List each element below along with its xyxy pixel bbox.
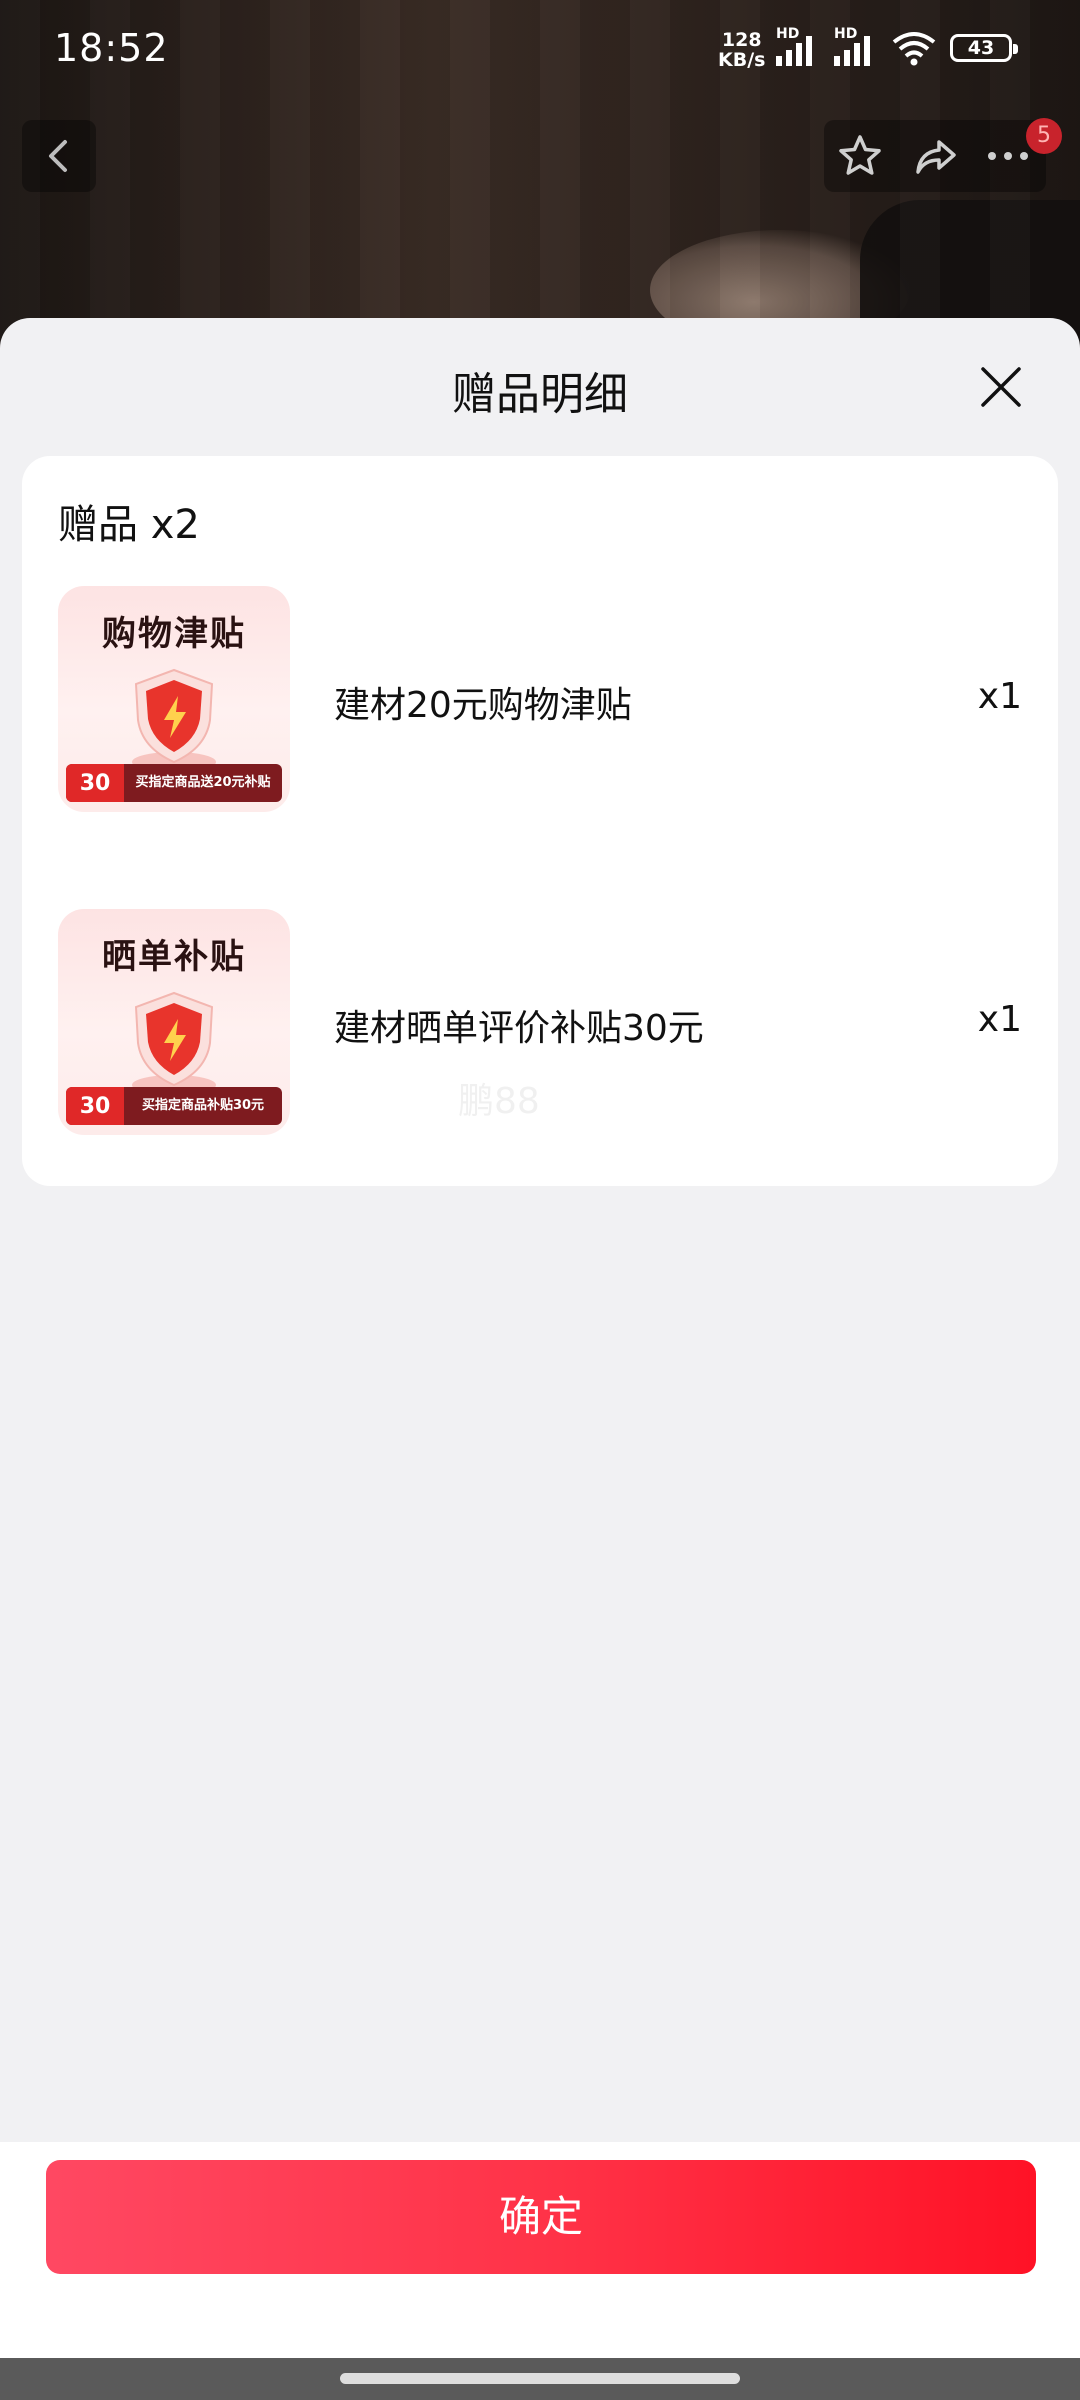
- watermark-text: 鹏88: [458, 1081, 540, 1122]
- network-speed-value: 128: [721, 29, 762, 51]
- status-bar: 18:52 128 KB/s HD HD 43: [0, 0, 1080, 100]
- gift-detail-sheet: 赠品明细 赠品 x2 购物津贴 30 买指定商品送20元补贴 建材20元购物津贴: [0, 318, 1080, 2358]
- cell-signal-icon-2: HD: [832, 26, 878, 66]
- gesture-navigation-bar: [0, 2358, 1080, 2400]
- top-action-group: [824, 120, 1046, 192]
- chevron-left-icon: [49, 140, 67, 172]
- shield-icon: [132, 668, 216, 772]
- gift-name: 建材20元购物津贴: [334, 685, 632, 726]
- gift-list-card: 赠品 x2 购物津贴 30 买指定商品送20元补贴 建材20元购物津贴 x1 晒…: [22, 456, 1058, 1186]
- gift-thumbnail: 晒单补贴 30 买指定商品补贴30元: [58, 909, 290, 1135]
- gift-item: 购物津贴 30 买指定商品送20元补贴 建材20元购物津贴 x1: [58, 586, 1022, 812]
- gift-name: 建材晒单评价补贴30元: [334, 1008, 704, 1049]
- wifi-icon: [892, 32, 936, 66]
- hd-tag-1: HD: [776, 26, 800, 42]
- thumbnail-title: 晒单补贴: [102, 937, 246, 977]
- thumbnail-banner: 30 买指定商品补贴30元: [66, 1087, 282, 1125]
- status-time: 18:52: [54, 26, 169, 70]
- back-button[interactable]: [22, 120, 96, 192]
- thumbnail-note: 买指定商品送20元补贴: [135, 775, 271, 790]
- home-gesture-handle[interactable]: [340, 2373, 740, 2384]
- gift-thumbnail: 购物津贴 30 买指定商品送20元补贴: [58, 586, 290, 812]
- confirm-button[interactable]: 确定: [46, 2160, 1036, 2274]
- close-icon[interactable]: [974, 360, 1028, 414]
- gift-quantity: x1: [977, 999, 1022, 1040]
- gift-quantity: x1: [977, 676, 1022, 717]
- thumbnail-banner: 30 买指定商品送20元补贴: [66, 764, 282, 802]
- more-icon[interactable]: [984, 132, 1032, 180]
- battery-icon: 43: [950, 34, 1018, 62]
- gift-count-label: 赠品 x2: [58, 502, 200, 548]
- network-speed-unit: KB/s: [718, 49, 766, 71]
- shield-icon: [132, 991, 216, 1095]
- thumbnail-tag: 30: [66, 764, 124, 802]
- network-speed: 128 KB/s: [718, 30, 765, 70]
- sheet-title: 赠品明细: [452, 369, 628, 420]
- share-icon[interactable]: [912, 132, 960, 180]
- thumbnail-note: 买指定商品补贴30元: [141, 1098, 265, 1113]
- thumbnail-title: 购物津贴: [102, 614, 246, 654]
- star-icon[interactable]: [836, 132, 884, 180]
- notification-badge: 5: [1026, 118, 1062, 154]
- cell-signal-icon: HD: [774, 26, 820, 66]
- thumbnail-tag: 30: [66, 1087, 124, 1125]
- gift-item: 晒单补贴 30 买指定商品补贴30元 建材晒单评价补贴30元 x1: [58, 909, 1022, 1135]
- sheet-footer: 确定: [0, 2142, 1080, 2358]
- hd-tag-2: HD: [834, 26, 858, 42]
